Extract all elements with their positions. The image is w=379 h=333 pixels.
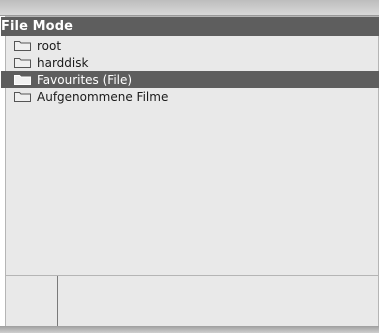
folder-list: root harddisk Favourites (File) Aufgenom… xyxy=(1,37,379,105)
bottom-frame xyxy=(0,326,379,333)
list-item[interactable]: Aufgenommene Filme xyxy=(6,88,378,105)
folder-icon xyxy=(14,92,31,102)
list-item-label: root xyxy=(37,38,62,53)
list-item[interactable]: root xyxy=(6,37,378,54)
list-item-label: Aufgenommene Filme xyxy=(37,89,169,104)
folder-icon xyxy=(14,58,31,68)
folder-icon xyxy=(14,75,31,85)
info-area xyxy=(6,275,378,326)
top-frame xyxy=(0,0,379,16)
window-title: File Mode xyxy=(1,17,379,36)
list-item-label: harddisk xyxy=(37,55,89,70)
list-item-label: Favourites (File) xyxy=(37,72,133,87)
folder-icon xyxy=(14,41,31,51)
file-browser-panel: File Mode root harddisk Favourites (File… xyxy=(1,16,379,326)
list-item[interactable]: harddisk xyxy=(6,54,378,71)
list-item-selected[interactable]: Favourites (File) xyxy=(1,71,379,88)
info-thumbnail-box xyxy=(6,276,58,326)
